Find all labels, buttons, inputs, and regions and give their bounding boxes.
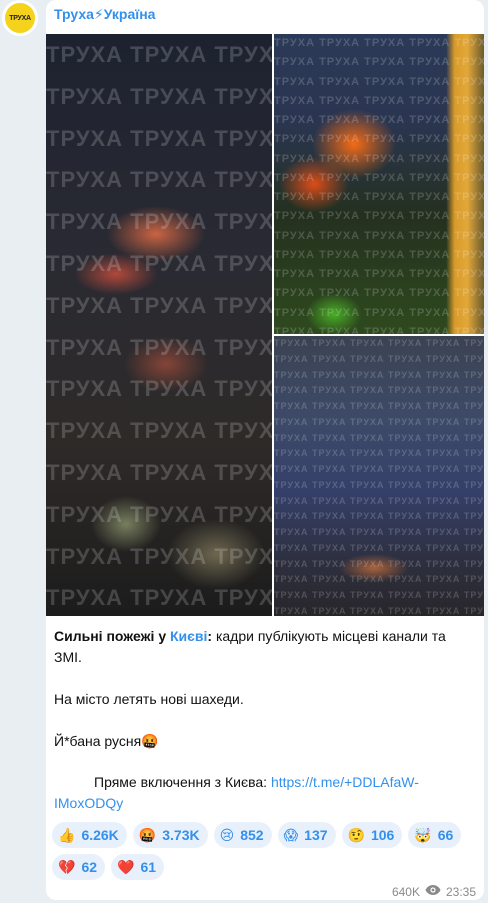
live-label: Пряме включення з Києва: [94,774,271,790]
city-link[interactable]: Києві [170,628,207,644]
photo-3[interactable]: ТРУХА ТРУХА ТРУХА ТРУХА ТРУХА ТРУХА ТРУХ… [274,336,484,616]
reaction-chip[interactable]: 😱 137 [277,822,336,848]
reaction-chip[interactable]: 😢 852 [213,822,272,848]
reaction-count: 852 [240,827,264,843]
reaction-chip[interactable]: 👍 6.26K [52,822,127,848]
reaction-count: 62 [81,859,98,875]
reaction-chip[interactable]: 🤯 66 [408,822,462,848]
reaction-count: 106 [370,827,395,843]
reaction-emoji: 💔 [58,858,76,875]
reaction-count: 137 [304,827,328,843]
reaction-chip[interactable]: 🤨 106 [341,822,403,848]
reaction-emoji: 😢 [219,826,235,843]
reaction-emoji: ❤️ [117,858,135,875]
reaction-emoji: 👍 [58,826,76,843]
message-time: 23:35 [445,884,476,899]
reaction-emoji: 😱 [283,826,299,843]
photo-1[interactable]: ТРУХА ТРУХА ТРУХА ТРУХА ТРУХА ТРУХА ТРУХ… [46,34,272,616]
reaction-chip[interactable]: ❤️ 61 [111,854,165,880]
photo-2[interactable]: ТРУХА ТРУХА ТРУХА ТРУХА ТРУХА ТРУХА ТРУХ… [274,34,484,334]
reaction-count: 61 [140,859,157,875]
post-paragraph-3: Й*бана русня🤬 [54,733,159,749]
post-paragraph-1: Сильні пожежі у Києві: кадри публікують … [54,626,474,668]
watermark: ТРУХА ТРУХА ТРУХА ТРУХА ТРУХА ТРУХА ТРУХ… [46,42,272,611]
views-count: 640K [391,884,420,899]
post-text: Сильні пожежі у Києві: кадри публікують … [54,626,474,814]
reaction-emoji: 🤬 [138,826,157,843]
watermark: ТРУХА ТРУХА ТРУХА ТРУХА ТРУХА ТРУХА ТРУХ… [274,37,484,334]
reactions-bar: 👍 6.26K 🤬 3.73K 😢 852 😱 137 🤨 106 🤯 66 💔 62 ❤️ 61 [52,822,480,880]
reaction-emoji: 🤨 [347,826,365,843]
watermark: ТРУХА ТРУХА ТРУХА ТРУХА ТРУХА ТРУХА ТРУХ… [274,338,484,616]
reaction-count: 66 [437,827,454,843]
reaction-count: 3.73K [162,827,200,843]
message-bubble: Труха⚡Україна ТРУХА ТРУХА ТРУХА ТРУХА ТР… [46,0,484,900]
channel-name[interactable]: Труха⚡Україна [54,6,155,23]
channel-avatar[interactable]: ТРУХА [2,0,38,36]
reaction-emoji: 🤯 [414,826,432,843]
eye-icon [425,884,441,899]
avatar-text: ТРУХА [9,14,31,22]
reaction-chip[interactable]: 💔 62 [52,854,106,880]
reaction-chip[interactable]: 🤬 3.73K [132,822,208,848]
media-album: ТРУХА ТРУХА ТРУХА ТРУХА ТРУХА ТРУХА ТРУХ… [46,34,484,616]
reaction-count: 6.26K [81,827,119,843]
message-meta: 640K 23:35 [392,884,476,899]
post-paragraph-2: На місто летять нові шахеди. [54,691,244,707]
post-bold-a: Сильні пожежі у [54,628,170,644]
